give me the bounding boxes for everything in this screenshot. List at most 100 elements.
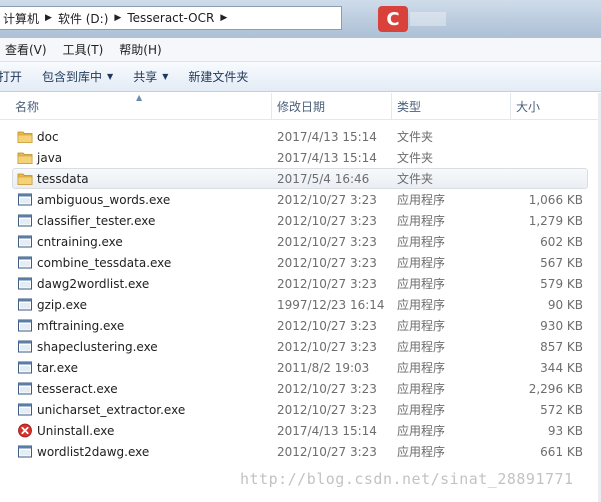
app-icon <box>17 276 33 291</box>
file-size: 567 KB <box>540 255 583 270</box>
file-size: 2,296 KB <box>528 381 583 396</box>
file-type: 应用程序 <box>397 235 446 249</box>
file-row[interactable]: mftraining.exe 2012/10/27 3:23 应用程序 930 KB <box>0 315 601 336</box>
uninstall-icon <box>17 423 33 438</box>
file-row[interactable]: classifier_tester.exe 2012/10/27 3:23 应用程序… <box>0 210 601 231</box>
file-date: 2012/10/27 3:23 <box>277 213 377 228</box>
share-button[interactable]: 共享 ▼ <box>123 64 178 90</box>
file-name: cntraining.exe <box>37 234 123 249</box>
file-row[interactable]: shapeclustering.exe 2012/10/27 3:23 应用程序 85… <box>0 336 601 357</box>
file-type: 应用程序 <box>397 424 446 438</box>
open-button[interactable]: 打开 <box>0 64 32 90</box>
file-row[interactable]: combine_tessdata.exe 2012/10/27 3:23 应用程序 5… <box>0 252 601 273</box>
file-date: 2017/4/13 15:14 <box>277 129 377 144</box>
chevron-down-icon: ▼ <box>162 72 169 81</box>
file-size: 602 KB <box>540 234 583 249</box>
file-size: 661 KB <box>540 444 583 459</box>
new-folder-label: 新建文件夹 <box>188 70 249 84</box>
file-size: 930 KB <box>540 318 583 333</box>
column-header-date[interactable]: 修改日期 <box>272 93 392 120</box>
breadcrumb-chevron-icon[interactable]: ▶ <box>111 13 124 23</box>
file-row[interactable]: java 2017/4/13 15:14 文件夹 <box>0 147 601 168</box>
menu-tools[interactable]: 工具(T) <box>55 39 112 61</box>
file-size: 90 KB <box>547 297 583 312</box>
file-type: 应用程序 <box>397 403 446 417</box>
file-date: 2012/10/27 3:23 <box>277 339 377 354</box>
file-name: Uninstall.exe <box>37 423 115 438</box>
column-header-row: ▲ 名称 修改日期 类型 大小 <box>0 93 601 120</box>
file-type: 应用程序 <box>397 382 446 396</box>
app-icon <box>17 444 33 459</box>
app-icon <box>17 402 33 417</box>
file-row[interactable]: doc 2017/4/13 15:14 文件夹 <box>0 126 601 147</box>
file-date: 2017/4/13 15:14 <box>277 423 377 438</box>
file-row[interactable]: ambiguous_words.exe 2012/10/27 3:23 应用程序 1,… <box>0 189 601 210</box>
chevron-down-icon: ▼ <box>107 72 114 81</box>
file-row[interactable]: wordlist2dawg.exe 2012/10/27 3:23 应用程序 661 … <box>0 441 601 462</box>
file-size: 344 KB <box>540 360 583 375</box>
file-date: 2012/10/27 3:23 <box>277 402 377 417</box>
file-type: 文件夹 <box>397 130 434 144</box>
file-row[interactable]: cntraining.exe 2012/10/27 3:23 应用程序 602 KB <box>0 231 601 252</box>
new-folder-button[interactable]: 新建文件夹 <box>178 64 258 90</box>
file-size: 572 KB <box>540 402 583 417</box>
file-row[interactable]: unicharset_extractor.exe 2012/10/27 3:23 应… <box>0 399 601 420</box>
breadcrumb-chevron-icon[interactable]: ▶ <box>217 13 230 23</box>
breadcrumb-chevron-icon[interactable]: ▶ <box>42 13 55 23</box>
file-row[interactable]: dawg2wordlist.exe 2012/10/27 3:23 应用程序 579 … <box>0 273 601 294</box>
file-date: 2012/10/27 3:23 <box>277 234 377 249</box>
file-date: 2017/5/4 16:46 <box>277 171 370 186</box>
file-type: 应用程序 <box>397 361 446 375</box>
file-size: 857 KB <box>540 339 583 354</box>
file-date: 2012/10/27 3:23 <box>277 381 377 396</box>
file-name: classifier_tester.exe <box>37 213 156 228</box>
file-row[interactable]: tessdata 2017/5/4 16:46 文件夹 <box>12 168 588 189</box>
file-row[interactable]: gzip.exe 1997/12/23 16:14 应用程序 90 KB <box>0 294 601 315</box>
column-header-type[interactable]: 类型 <box>392 93 511 120</box>
file-size: 1,279 KB <box>528 213 583 228</box>
file-size: 1,066 KB <box>528 192 583 207</box>
column-header-name[interactable]: 名称 <box>10 93 272 120</box>
breadcrumb-folder[interactable]: Tesseract-OCR <box>124 7 217 29</box>
include-in-library-button[interactable]: 包含到库中 ▼ <box>32 64 123 90</box>
file-name: combine_tessdata.exe <box>37 255 172 270</box>
app-icon <box>17 213 33 228</box>
file-name: shapeclustering.exe <box>37 339 158 354</box>
column-header-size[interactable]: 大小 <box>511 93 598 120</box>
file-date: 1997/12/23 16:14 <box>277 297 385 312</box>
file-row[interactable]: Uninstall.exe 2017/4/13 15:14 应用程序 93 KB <box>0 420 601 441</box>
file-type: 应用程序 <box>397 277 446 291</box>
breadcrumb[interactable]: 计算机 ▶ 软件 (D:) ▶ Tesseract-OCR ▶ <box>0 6 342 30</box>
file-name: tar.exe <box>37 360 78 375</box>
menu-bar: 查看(V) 工具(T) 帮助(H) <box>0 38 601 62</box>
app-icon <box>17 297 33 312</box>
menu-view[interactable]: 查看(V) <box>0 39 55 61</box>
address-bar-area: 计算机 ▶ 软件 (D:) ▶ Tesseract-OCR ▶ C <box>0 0 601 38</box>
blurred-decoration <box>410 12 446 26</box>
column-header-name-label: 名称 <box>15 100 40 114</box>
file-name: ambiguous_words.exe <box>37 192 171 207</box>
file-size: 93 KB <box>547 423 583 438</box>
menu-help[interactable]: 帮助(H) <box>111 39 169 61</box>
file-name: tessdata <box>37 171 89 186</box>
breadcrumb-drive[interactable]: 软件 (D:) <box>55 7 111 29</box>
file-date: 2012/10/27 3:23 <box>277 318 377 333</box>
file-size: 579 KB <box>540 276 583 291</box>
app-logo-icon: C <box>378 6 408 32</box>
app-icon <box>17 318 33 333</box>
app-icon <box>17 381 33 396</box>
share-label: 共享 <box>133 70 158 84</box>
breadcrumb-computer[interactable]: 计算机 <box>0 7 42 29</box>
file-date: 2011/8/2 19:03 <box>277 360 370 375</box>
file-row[interactable]: tar.exe 2011/8/2 19:03 应用程序 344 KB <box>0 357 601 378</box>
file-type: 应用程序 <box>397 445 446 459</box>
file-name: doc <box>37 129 59 144</box>
file-name: dawg2wordlist.exe <box>37 276 150 291</box>
app-icon <box>17 234 33 249</box>
file-type: 文件夹 <box>397 172 434 186</box>
file-date: 2017/4/13 15:14 <box>277 150 377 165</box>
file-name: tesseract.exe <box>37 381 118 396</box>
command-bar: 打开 包含到库中 ▼ 共享 ▼ 新建文件夹 <box>0 62 601 92</box>
column-header-date-label: 修改日期 <box>277 100 326 114</box>
file-row[interactable]: tesseract.exe 2012/10/27 3:23 应用程序 2,296 KB <box>0 378 601 399</box>
